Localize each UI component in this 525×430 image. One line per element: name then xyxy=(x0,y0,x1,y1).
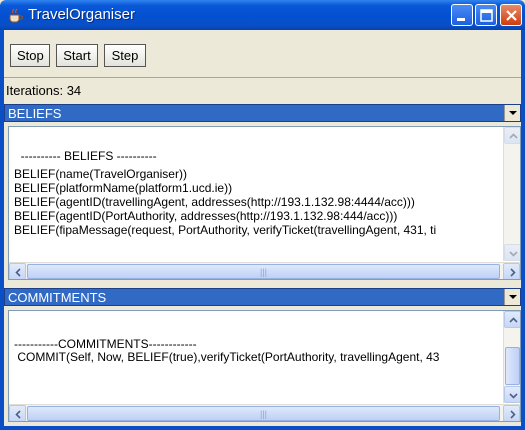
stop-button[interactable]: Stop xyxy=(10,44,50,67)
beliefs-line: BELIEF(platformName(platform1.ucd.ie)) xyxy=(14,181,233,195)
beliefs-line: BELIEF(agentID(PortAuthority, addresses(… xyxy=(14,209,398,223)
beliefs-dropdown-button[interactable] xyxy=(504,105,520,121)
commitments-text-area[interactable]: -----------COMMITMENTS------------ COMMI… xyxy=(8,310,521,422)
beliefs-text-area[interactable]: ---------- BELIEFS ---------- BELIEF(nam… xyxy=(8,126,521,280)
chevron-down-icon xyxy=(509,393,518,399)
chevron-down-icon xyxy=(509,251,518,257)
beliefs-scroll-left-button[interactable] xyxy=(9,263,26,279)
close-button[interactable] xyxy=(500,4,522,26)
chevron-down-icon xyxy=(509,295,517,299)
title-bar[interactable]: TravelOrganiser xyxy=(0,0,525,30)
beliefs-scroll-up-button[interactable] xyxy=(504,127,520,144)
start-button[interactable]: Start xyxy=(56,44,98,67)
chevron-up-icon xyxy=(509,133,518,139)
close-icon xyxy=(506,10,517,21)
minimize-button[interactable] xyxy=(451,4,473,26)
maximize-button[interactable] xyxy=(475,4,497,26)
chevron-left-icon xyxy=(15,410,21,419)
beliefs-horizontal-thumb[interactable]: ||| xyxy=(27,264,500,279)
beliefs-selector[interactable]: BELIEFS xyxy=(4,104,521,122)
beliefs-line: BELIEF(agentID(travellingAgent, addresse… xyxy=(14,195,415,209)
beliefs-line: ---------- BELIEFS ---------- xyxy=(14,149,157,163)
app-window: TravelOrganiser Stop Start Step Iteratio xyxy=(0,0,525,430)
grip-icon: ||| xyxy=(260,409,268,419)
commitments-line: COMMIT(Self, Now, BELIEF(true),verifyTic… xyxy=(14,350,440,364)
beliefs-section-label: BELIEFS xyxy=(8,106,62,121)
window-border-right xyxy=(521,30,525,430)
iterations-counter: Iterations: 34 xyxy=(6,83,82,98)
beliefs-scroll-down-button[interactable] xyxy=(504,244,520,261)
chevron-down-icon xyxy=(509,111,517,115)
beliefs-line: BELIEF(fipaMessage(request, PortAuthorit… xyxy=(14,223,437,237)
beliefs-scroll-right-button[interactable] xyxy=(503,263,520,279)
beliefs-vertical-scrollbar[interactable] xyxy=(503,127,520,261)
chevron-right-icon xyxy=(510,268,516,277)
minimize-icon xyxy=(457,18,465,21)
commitments-horizontal-scrollbar[interactable]: ||| xyxy=(9,404,520,421)
commitments-horizontal-thumb[interactable]: ||| xyxy=(27,406,500,421)
window-border-bottom xyxy=(0,426,525,430)
beliefs-line: BELIEF(name(TravelOrganiser)) xyxy=(14,167,187,181)
commitments-vertical-thumb[interactable] xyxy=(505,347,520,385)
chevron-right-icon xyxy=(510,410,516,419)
chevron-up-icon xyxy=(509,317,518,323)
step-button[interactable]: Step xyxy=(104,44,146,67)
commitments-selector[interactable]: COMMITMENTS xyxy=(4,288,521,306)
grip-icon: ||| xyxy=(260,267,268,277)
beliefs-horizontal-scrollbar[interactable]: ||| xyxy=(9,262,520,279)
commitments-scroll-up-button[interactable] xyxy=(504,311,520,328)
commitments-dropdown-button[interactable] xyxy=(504,289,520,305)
window-content: Stop Start Step Iterations: 34 BELIEFS -… xyxy=(4,30,521,426)
commitments-scroll-right-button[interactable] xyxy=(503,405,520,421)
commitments-scroll-down-button[interactable] xyxy=(504,386,520,403)
commitments-scroll-left-button[interactable] xyxy=(9,405,26,421)
window-title: TravelOrganiser xyxy=(28,6,135,23)
maximize-icon xyxy=(480,9,493,22)
chevron-left-icon xyxy=(15,268,21,277)
commitments-vertical-scrollbar[interactable] xyxy=(503,311,520,403)
java-cup-icon xyxy=(9,8,23,23)
commitments-section-label: COMMITMENTS xyxy=(8,290,107,305)
toolbar: Stop Start Step xyxy=(4,30,521,78)
